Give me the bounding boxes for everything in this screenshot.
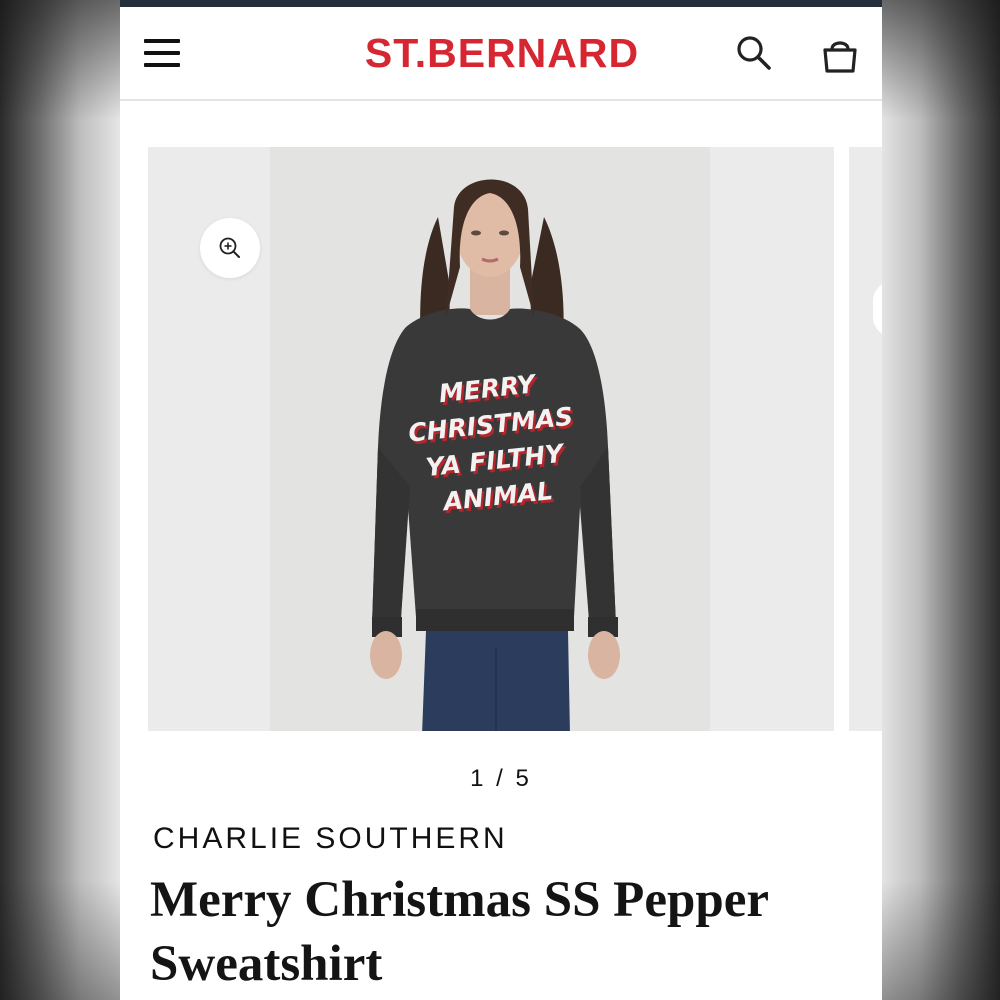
mobile-page: ST.BERNARD MERRY MERRY CHRISTMAS CHRISTM… xyxy=(120,0,882,1000)
store-logo[interactable]: ST.BERNARD xyxy=(324,31,680,75)
hamburger-menu-icon[interactable] xyxy=(144,35,182,71)
next-product-image-slide[interactable] xyxy=(849,147,882,731)
status-bar xyxy=(120,0,882,7)
product-image-carousel[interactable]: MERRY MERRY CHRISTMAS CHRISTMAS YA FILTHY YA … xyxy=(120,101,882,751)
product-image-slide[interactable]: MERRY MERRY CHRISTMAS CHRISTMAS YA FILTHY YA … xyxy=(148,147,834,731)
zoom-in-icon[interactable] xyxy=(200,218,260,278)
product-brand[interactable]: CHARLIE SOUTHERN xyxy=(153,822,508,856)
site-header: ST.BERNARD xyxy=(120,7,882,101)
product-title: Merry Christmas SS Pepper Sweatshirt xyxy=(150,872,769,992)
shopping-bag-icon[interactable] xyxy=(818,33,862,77)
search-icon[interactable] xyxy=(734,33,774,73)
product-photo: MERRYMERRYCHRISTMASCHRISTMASYA FILTHYYA … xyxy=(370,179,620,731)
image-pager: 1 / 5 xyxy=(470,765,532,792)
